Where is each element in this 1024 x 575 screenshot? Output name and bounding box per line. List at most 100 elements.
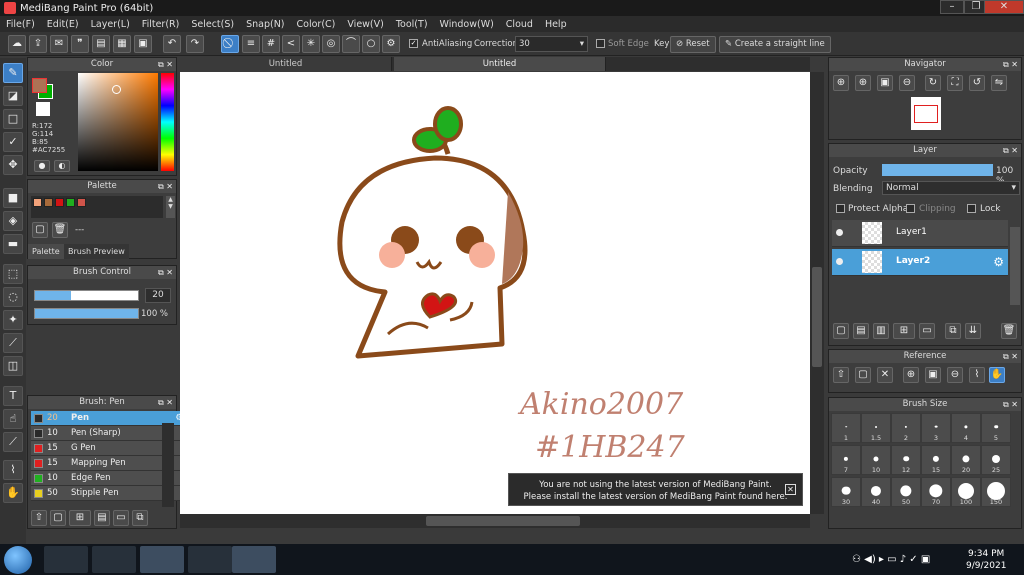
add-brush-icon[interactable]: ⊞ <box>69 510 91 526</box>
bucket-tool-icon[interactable]: ◈ <box>3 211 23 231</box>
panel-controls-icon[interactable]: ⧉ ✕ <box>158 266 173 279</box>
reference-zoom-out-icon[interactable]: ⊖ <box>947 367 963 383</box>
brush-opacity-slider[interactable] <box>34 308 139 319</box>
tray-icons[interactable]: ⚇ ◀) ▸ ▭ ♪ ✓ ▣ <box>852 554 930 565</box>
reference-zoom-in-icon[interactable]: ⊕ <box>903 367 919 383</box>
menu-item[interactable]: Help <box>539 19 573 30</box>
export-icon[interactable]: ⇪ <box>29 35 47 53</box>
brush-size-option[interactable]: 150 <box>981 477 1011 507</box>
brush-size-option[interactable]: 1.5 <box>861 413 891 443</box>
menu-item[interactable]: Snap(N) <box>240 19 290 30</box>
hue-slider[interactable] <box>161 73 174 171</box>
new-layer-icon[interactable]: ▢ <box>833 323 849 339</box>
close-reference-icon[interactable]: ✕ <box>877 367 893 383</box>
brush-size-option[interactable]: 40 <box>861 477 891 507</box>
eye-icon[interactable] <box>836 258 843 265</box>
brush-size-option[interactable]: 100 <box>951 477 981 507</box>
layer-folder-icon[interactable]: ▭ <box>919 323 935 339</box>
panel-controls-icon[interactable]: ⧉ ✕ <box>1003 58 1018 71</box>
new-palette-icon[interactable]: ▢ <box>32 222 48 238</box>
document-icon[interactable]: ▤ <box>92 35 110 53</box>
clock-date[interactable]: 9/9/2021 <box>966 561 1006 571</box>
snap-off-icon[interactable]: ⃠ <box>221 35 239 53</box>
color-picker-cursor[interactable] <box>112 85 121 94</box>
brush-size-value[interactable]: 20 <box>145 288 171 303</box>
menu-item[interactable]: Select(S) <box>185 19 240 30</box>
close-icon[interactable]: ✕ <box>785 484 796 495</box>
menu-item[interactable]: Window(W) <box>434 19 500 30</box>
brush-size-option[interactable]: 3 <box>921 413 951 443</box>
panel-controls-icon[interactable]: ⧉ ✕ <box>158 58 173 71</box>
update-notification[interactable]: You are not using the latest version of … <box>508 473 803 506</box>
brush-size-option[interactable]: 30 <box>831 477 861 507</box>
new-reference-icon[interactable]: ▢ <box>855 367 871 383</box>
brush-size-option[interactable]: 4 <box>951 413 981 443</box>
horizontal-scroll-thumb[interactable] <box>426 516 580 526</box>
circle-snap-icon[interactable]: ○ <box>362 35 380 53</box>
lasso-tool-icon[interactable]: ◌ <box>3 287 23 307</box>
brush-tool-icon[interactable]: ✎ <box>3 63 23 83</box>
protect-alpha-checkbox[interactable] <box>836 204 845 213</box>
eyedropper-icon[interactable]: ⌇ <box>3 460 23 480</box>
grid-snap-icon[interactable]: # <box>262 35 280 53</box>
panel-controls-icon[interactable]: ⧉ ✕ <box>158 180 173 193</box>
speech-bubble-icon[interactable]: ❞ <box>71 35 89 53</box>
layer-row-1[interactable]: Layer1 <box>832 220 1008 247</box>
chrome-icon[interactable] <box>140 546 184 573</box>
menu-item[interactable]: View(V) <box>341 19 389 30</box>
brush-size-option[interactable]: 50 <box>891 477 921 507</box>
brush-size-option[interactable]: 2 <box>891 413 921 443</box>
antialiasing-checkbox[interactable]: ✓ <box>409 39 418 48</box>
zoom-plus-icon[interactable]: ⊕ <box>855 75 871 91</box>
clock-time[interactable]: 9:34 PM <box>968 549 1004 559</box>
reference-hand-icon[interactable]: ✋ <box>989 367 1005 383</box>
blending-select[interactable]: Normal ▾ <box>882 181 1020 195</box>
new-8bit-layer-icon[interactable]: ▥ <box>873 323 889 339</box>
palette-swatch[interactable] <box>33 198 42 207</box>
primary-color-swatch[interactable] <box>32 78 47 93</box>
palette-swatch[interactable] <box>44 198 53 207</box>
settings-gear-icon[interactable]: ⚙ <box>382 35 400 53</box>
panel-controls-icon[interactable]: ⧉ ✕ <box>1003 350 1018 363</box>
frame-icon[interactable]: ▣ <box>134 35 152 53</box>
panel-controls-icon[interactable]: ⧉ ✕ <box>158 396 173 409</box>
tab-brush-preview[interactable]: Brush Preview <box>64 244 129 259</box>
palette-swatch[interactable] <box>55 198 64 207</box>
brush-settings-icon[interactable]: ▤ <box>94 510 110 526</box>
brush-size-option[interactable]: 20 <box>951 445 981 475</box>
palette-scrollbar[interactable]: ▲ ▼ <box>166 196 175 218</box>
upload-brush-icon[interactable]: ⇧ <box>31 510 47 526</box>
delete-palette-icon[interactable]: 🗑 <box>52 222 68 238</box>
brush-folder-icon[interactable]: ▭ <box>113 510 129 526</box>
tab-untitled-1[interactable]: Untitled <box>180 57 392 71</box>
palette-swatch[interactable] <box>77 198 86 207</box>
tab-untitled-2[interactable]: Untitled <box>394 57 606 71</box>
color-swap-icon[interactable]: ◐ <box>54 160 70 172</box>
cloud-icon[interactable]: ☁ <box>8 35 26 53</box>
concentric-snap-icon[interactable]: ◎ <box>322 35 340 53</box>
white-color-swatch[interactable] <box>36 102 50 116</box>
clipping-checkbox[interactable] <box>906 204 915 213</box>
brush-list-scrollbar[interactable] <box>162 423 174 507</box>
new-halftone-layer-icon[interactable]: ▤ <box>853 323 869 339</box>
soft-edge-checkbox[interactable] <box>596 39 605 48</box>
reset-rotate-icon[interactable]: ↺ <box>969 75 985 91</box>
media-player-icon[interactable] <box>44 546 88 573</box>
zoom-out-icon[interactable]: ⊖ <box>899 75 915 91</box>
brush-size-option[interactable]: 5 <box>981 413 1011 443</box>
radial-snap-icon[interactable]: ✳ <box>302 35 320 53</box>
brush-size-option[interactable]: 12 <box>891 445 921 475</box>
menu-item[interactable]: Cloud <box>500 19 539 30</box>
menu-item[interactable]: Filter(R) <box>136 19 186 30</box>
move-tool-icon[interactable]: ✥ <box>3 155 23 175</box>
add-layer-menu-icon[interactable]: ⊞ <box>893 323 915 339</box>
palette-swatch[interactable] <box>66 198 75 207</box>
menu-item[interactable]: Layer(L) <box>85 19 136 30</box>
upload-reference-icon[interactable]: ⇧ <box>833 367 849 383</box>
eraser-tool-icon[interactable]: ◪ <box>3 86 23 106</box>
menu-item[interactable]: Edit(E) <box>41 19 85 30</box>
color-settings-icon[interactable]: ● <box>34 160 50 172</box>
zoom-in-icon[interactable]: ⊕ <box>833 75 849 91</box>
reference-eyedropper-icon[interactable]: ⌇ <box>969 367 985 383</box>
canvas-vertical-scrollbar[interactable] <box>810 72 824 514</box>
